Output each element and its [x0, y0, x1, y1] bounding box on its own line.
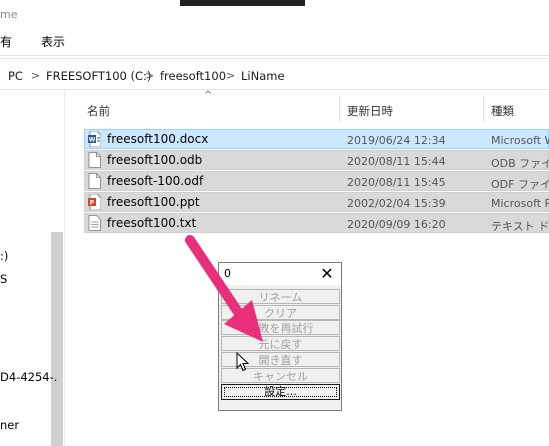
annotation-arrow: [185, 235, 263, 342]
mouse-cursor-icon: [236, 352, 250, 372]
